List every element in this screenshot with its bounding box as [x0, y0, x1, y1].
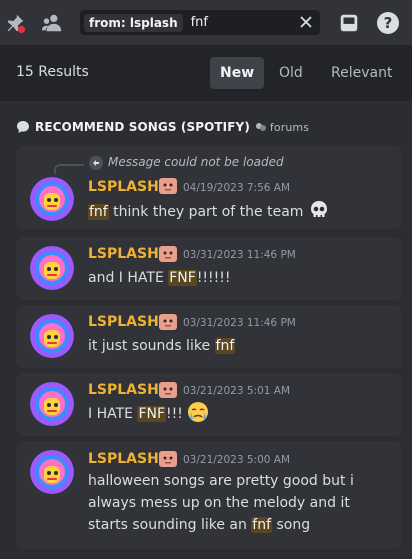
search-result-card[interactable]: LSPLASH 03/31/2023 11:46 PM and I HATE F… [16, 237, 402, 300]
skull-emoji-icon [308, 199, 330, 228]
message-timestamp: 04/19/2023 7:56 AM [183, 182, 291, 194]
search-box[interactable]: from: lsplash fnf [80, 10, 320, 35]
message-text: halloween songs are pretty good but i al… [88, 473, 354, 533]
message-timestamp: 03/21/2023 5:00 AM [183, 454, 291, 466]
sort-tab-new[interactable]: New [210, 57, 265, 89]
search-highlight: fnf [251, 517, 273, 533]
message-timestamp: 03/31/2023 11:46 PM [183, 249, 296, 261]
search-result-card[interactable]: Message could not be loaded LSPLASH 04/1… [16, 146, 402, 229]
message-content: I HATE FNF!!! [88, 401, 393, 430]
channel-category: forums [255, 121, 309, 134]
message-text: !!! [166, 406, 188, 422]
avatar[interactable] [30, 450, 74, 494]
results-header: 15 Results New Old Relevant [0, 46, 412, 101]
channel-header[interactable]: RECOMMEND SONGS (SPOTIFY) forums [16, 120, 309, 134]
members-icon[interactable] [40, 11, 64, 35]
face-badge-icon [158, 177, 178, 195]
search-query-text[interactable]: fnf [191, 15, 208, 30]
message-author[interactable]: LSPLASH [88, 314, 159, 330]
message-content: it just sounds like fnf [88, 335, 393, 357]
search-result-card[interactable]: LSPLASH 03/31/2023 11:46 PM it just soun… [16, 305, 402, 368]
reply-arrow-icon [89, 155, 103, 170]
search-toolbar: from: lsplash fnf ? [0, 0, 412, 46]
avatar[interactable] [30, 177, 74, 221]
message-author[interactable]: LSPLASH [88, 179, 159, 195]
search-filter-chip[interactable]: from: lsplash [84, 13, 183, 32]
message-text: I HATE [88, 406, 138, 422]
search-result-card[interactable]: LSPLASH 03/21/2023 5:01 AM I HATE FNF!!! [16, 373, 402, 436]
forum-icon [255, 123, 266, 131]
message-timestamp: 03/21/2023 5:01 AM [183, 385, 291, 397]
search-highlight: fnf [88, 204, 109, 220]
channel-name: RECOMMEND SONGS (SPOTIFY) [35, 120, 250, 134]
message-content: and I HATE FNF!!!!!! [88, 267, 393, 289]
avatar[interactable] [30, 314, 74, 358]
message-author[interactable]: LSPLASH [88, 246, 159, 262]
message-text: think they part of the team [108, 204, 308, 220]
channel-category-label: forums [269, 120, 310, 134]
avatar[interactable] [30, 382, 74, 426]
search-highlight: fnf [214, 338, 236, 354]
search-highlight: FNF [168, 270, 197, 286]
thread-icon [16, 120, 30, 134]
results-count: 15 Results [16, 64, 89, 80]
face-badge-icon [158, 313, 178, 331]
sort-tab-old[interactable]: Old [269, 57, 313, 89]
face-badge-icon [158, 450, 178, 468]
reply-connector [54, 164, 84, 174]
message-author[interactable]: LSPLASH [88, 382, 159, 398]
message-timestamp: 03/31/2023 11:46 PM [183, 317, 296, 329]
message-content: halloween songs are pretty good but i al… [88, 470, 393, 536]
message-text: and I HATE [88, 270, 169, 286]
sort-tab-relevant[interactable]: Relevant [321, 57, 402, 89]
message-text: !!!!!! [196, 270, 231, 286]
pin-icon[interactable] [3, 11, 27, 35]
crying-emoji-icon [187, 401, 209, 430]
message-content: fnf think they part of the team [88, 199, 393, 228]
message-text: it just sounds like [88, 338, 215, 354]
svg-text:?: ? [384, 14, 393, 32]
clear-search-icon[interactable] [298, 14, 314, 30]
message-text: song [272, 517, 311, 533]
avatar[interactable] [30, 246, 74, 290]
inbox-icon[interactable] [337, 11, 361, 35]
reply-unavailable-note: Message could not be loaded [108, 155, 284, 169]
help-icon[interactable]: ? [376, 11, 400, 35]
message-author[interactable]: LSPLASH [88, 451, 159, 467]
face-badge-icon [158, 381, 178, 399]
face-badge-icon [158, 245, 178, 263]
search-result-card[interactable]: LSPLASH 03/21/2023 5:00 AM halloween son… [16, 441, 402, 549]
search-highlight: FNF [137, 406, 167, 422]
